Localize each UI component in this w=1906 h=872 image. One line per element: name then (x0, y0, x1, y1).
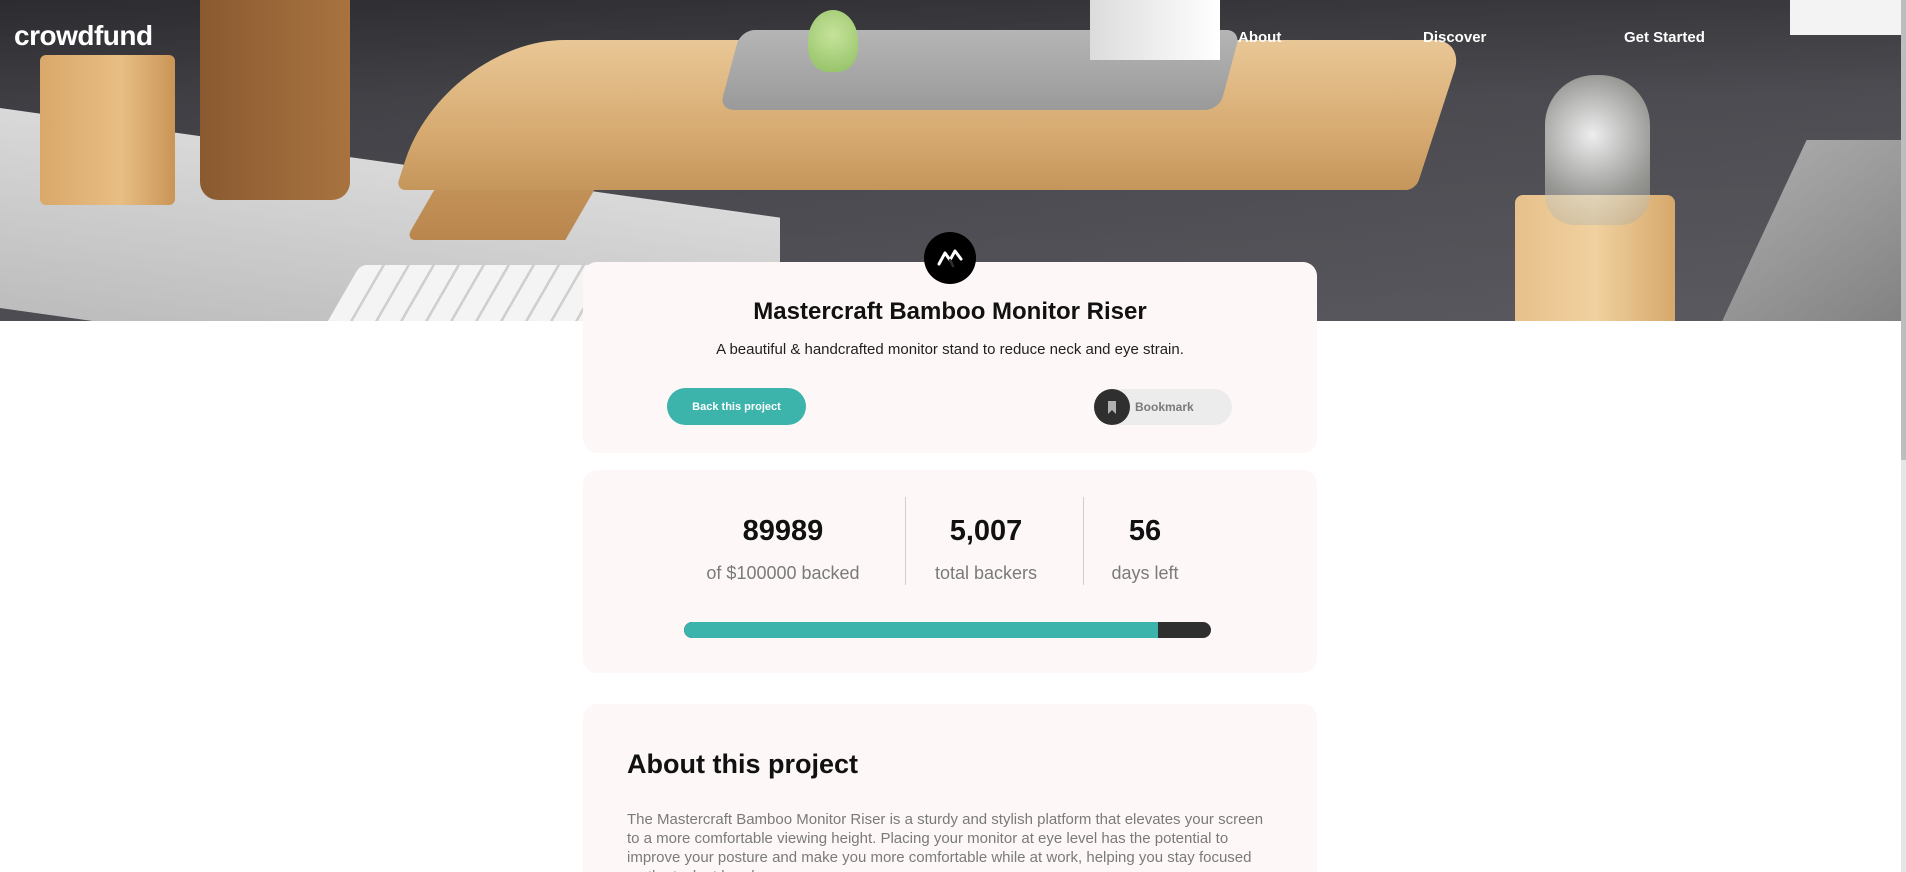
scrollbar-thumb[interactable] (1901, 0, 1906, 460)
bookmark-button[interactable]: Bookmark (1094, 389, 1232, 425)
backed-amount: 89989 (742, 515, 824, 547)
stats-divider (1083, 497, 1084, 585)
site-logo[interactable]: crowdfund (14, 20, 153, 52)
backed-label: of $100000 backed (706, 563, 860, 583)
backers-label: total backers (934, 563, 1038, 583)
about-text: The Mastercraft Bamboo Monitor Riser is … (627, 811, 1264, 872)
project-subtitle: A beautiful & handcrafted monitor stand … (716, 341, 1184, 358)
toy-figure (808, 10, 858, 72)
funding-progress-bar (684, 622, 1211, 638)
project-title: Mastercraft Bamboo Monitor Riser (753, 298, 1147, 325)
mastercraft-logo-svg (937, 249, 963, 268)
monitor-neck (1090, 0, 1220, 60)
bookmark-icon (1094, 389, 1130, 425)
stats-divider (905, 497, 906, 585)
nav-get-started[interactable]: Get Started (1624, 29, 1705, 46)
about-title: About this project (627, 749, 858, 779)
pencil-cup (40, 55, 175, 205)
keyboard (319, 265, 621, 321)
light-bulb (1545, 75, 1650, 225)
nav-about[interactable]: About (1238, 29, 1281, 46)
laptop (1713, 140, 1901, 321)
funding-progress-fill (684, 622, 1159, 638)
bookmark-label: Bookmark (1135, 400, 1194, 414)
days-left-count: 56 (1128, 515, 1162, 547)
screen-edge (1790, 0, 1901, 35)
nav-discover[interactable]: Discover (1423, 29, 1486, 46)
mastercraft-logo-icon (924, 232, 976, 284)
days-left-label: days left (1111, 563, 1179, 583)
back-project-button[interactable]: Back this project (667, 388, 806, 425)
speaker (200, 0, 350, 200)
bookmark-icon-svg (1108, 400, 1116, 414)
backers-count: 5,007 (949, 515, 1023, 547)
